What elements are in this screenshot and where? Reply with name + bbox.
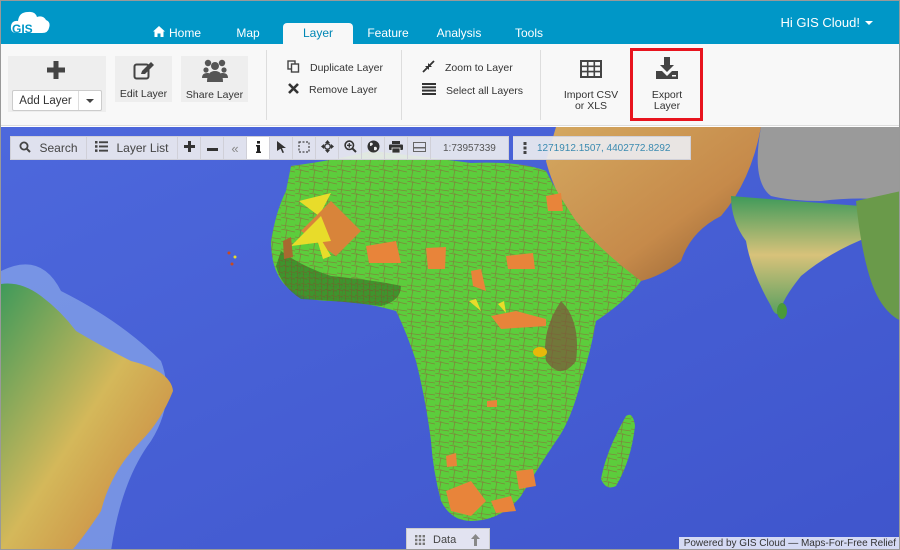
tab-analysis-label: Analysis <box>436 26 482 40</box>
svg-text:GIS: GIS <box>12 22 33 36</box>
add-layer-button[interactable]: Add Layer <box>12 90 102 111</box>
tab-analysis[interactable]: Analysis <box>423 23 495 44</box>
add-layer-dropdown[interactable] <box>79 91 101 110</box>
globe-icon <box>367 140 380 156</box>
tab-layer-label: Layer <box>302 26 334 40</box>
select-all-layers-button[interactable]: Select all Layers <box>422 83 523 98</box>
tab-feature[interactable]: Feature <box>353 23 423 44</box>
zoom-to-layer-button[interactable]: Zoom to Layer <box>422 60 513 76</box>
main-nav: Home Map Layer Feature Analysis Tools <box>141 23 563 44</box>
user-greeting: Hi GIS Cloud! <box>780 15 860 30</box>
zoom-in-icon <box>343 140 357 156</box>
select-tool-button[interactable] <box>270 137 293 159</box>
gis-cloud-logo[interactable]: GIS <box>9 7 51 37</box>
plus-icon[interactable] <box>47 61 65 82</box>
plus-icon <box>183 141 195 155</box>
layer-list-label: Layer List <box>116 141 169 155</box>
double-chevron-left-icon: « <box>231 140 239 156</box>
zoom-out-button[interactable] <box>201 137 224 159</box>
edit-icon <box>133 61 155 81</box>
data-panel-label: Data <box>433 534 457 546</box>
edit-layer-button[interactable]: Edit Layer <box>115 56 172 102</box>
share-layer-label: Share Layer <box>185 89 244 101</box>
pan-tool-button[interactable] <box>316 137 339 159</box>
map-scale: 1:73957339 <box>443 142 496 154</box>
search-button[interactable]: Search <box>11 137 87 159</box>
tab-map[interactable]: Map <box>213 23 283 44</box>
coordinate-readout: 1271912.1507, 4402772.8292 <box>513 136 691 160</box>
ribbon-divider <box>401 50 402 120</box>
add-layer-label: Add Layer <box>13 91 79 110</box>
layer-ribbon: Add Layer Edit Layer Share Layer Duplica… <box>1 44 899 126</box>
arrow-up-icon[interactable] <box>465 534 485 546</box>
add-layer-group: Add Layer <box>8 56 106 112</box>
ribbon-divider <box>540 50 541 120</box>
tab-layer[interactable]: Layer <box>283 23 353 44</box>
data-panel-toggle[interactable]: Data <box>406 528 490 549</box>
select-all-layers-label: Select all Layers <box>446 84 524 97</box>
user-menu[interactable]: Hi GIS Cloud! <box>781 15 873 30</box>
print-button[interactable] <box>385 137 408 159</box>
tab-tools[interactable]: Tools <box>495 23 563 44</box>
relief-map <box>1 127 899 549</box>
chevron-down-icon <box>865 20 873 25</box>
measure-button[interactable] <box>408 137 431 159</box>
move-icon <box>320 140 334 156</box>
full-extent-button[interactable] <box>362 137 385 159</box>
more-options-icon[interactable] <box>513 142 537 154</box>
home-icon <box>152 26 165 40</box>
dashed-square-icon <box>298 140 310 156</box>
coordinates-text: 1271912.1507, 4402772.8292 <box>537 142 671 154</box>
ribbon-divider <box>266 50 267 120</box>
list-bullets-icon <box>95 141 109 155</box>
remove-layer-button[interactable]: Remove Layer <box>288 83 377 97</box>
map-canvas[interactable] <box>1 127 899 549</box>
edit-layer-label: Edit Layer <box>119 88 168 100</box>
map-toolbar: Search Layer List « 1:73957339 <box>10 136 509 160</box>
compress-icon <box>422 60 435 76</box>
search-icon <box>19 141 32 156</box>
print-icon <box>389 140 403 156</box>
tab-home[interactable]: Home <box>141 23 213 44</box>
caret-down-icon <box>86 98 94 103</box>
list-icon <box>422 83 436 98</box>
info-tool-button[interactable] <box>247 137 270 159</box>
import-csv-button[interactable]: Import CSV or XLS <box>558 60 624 112</box>
close-icon <box>288 83 299 97</box>
zoom-in-button[interactable] <box>178 137 201 159</box>
users-icon <box>201 58 228 82</box>
app-window: GIS Home Map Layer Feature Analysis Tool… <box>0 0 900 550</box>
search-label: Search <box>39 141 78 155</box>
table-icon <box>580 60 602 78</box>
ruler-icon <box>412 141 426 155</box>
tab-home-label: Home <box>168 26 201 40</box>
import-csv-label-2: or XLS <box>574 100 608 112</box>
copy-icon <box>287 60 300 76</box>
box-select-button[interactable] <box>293 137 316 159</box>
remove-layer-label: Remove Layer <box>309 84 378 96</box>
tab-feature-label: Feature <box>367 26 409 40</box>
zoom-to-layer-label: Zoom to Layer <box>445 62 513 74</box>
collapse-toolbar-button[interactable]: « <box>224 137 247 159</box>
cursor-icon <box>276 140 286 156</box>
export-layer-highlight <box>630 48 703 121</box>
tab-tools-label: Tools <box>514 26 543 40</box>
grid-icon <box>407 535 433 545</box>
layer-list-button[interactable]: Layer List <box>87 137 178 159</box>
duplicate-layer-button[interactable]: Duplicate Layer <box>287 60 383 76</box>
minus-icon <box>206 141 218 155</box>
map-attribution: Powered by GIS Cloud — Maps-For-Free Rel… <box>678 537 899 549</box>
info-icon <box>255 140 261 156</box>
zoom-box-button[interactable] <box>339 137 362 159</box>
tab-map-label: Map <box>236 26 260 40</box>
share-layer-button[interactable]: Share Layer <box>181 56 248 102</box>
duplicate-layer-label: Duplicate Layer <box>310 62 383 74</box>
top-navigation-bar: GIS Home Map Layer Feature Analysis Tool… <box>1 1 899 44</box>
